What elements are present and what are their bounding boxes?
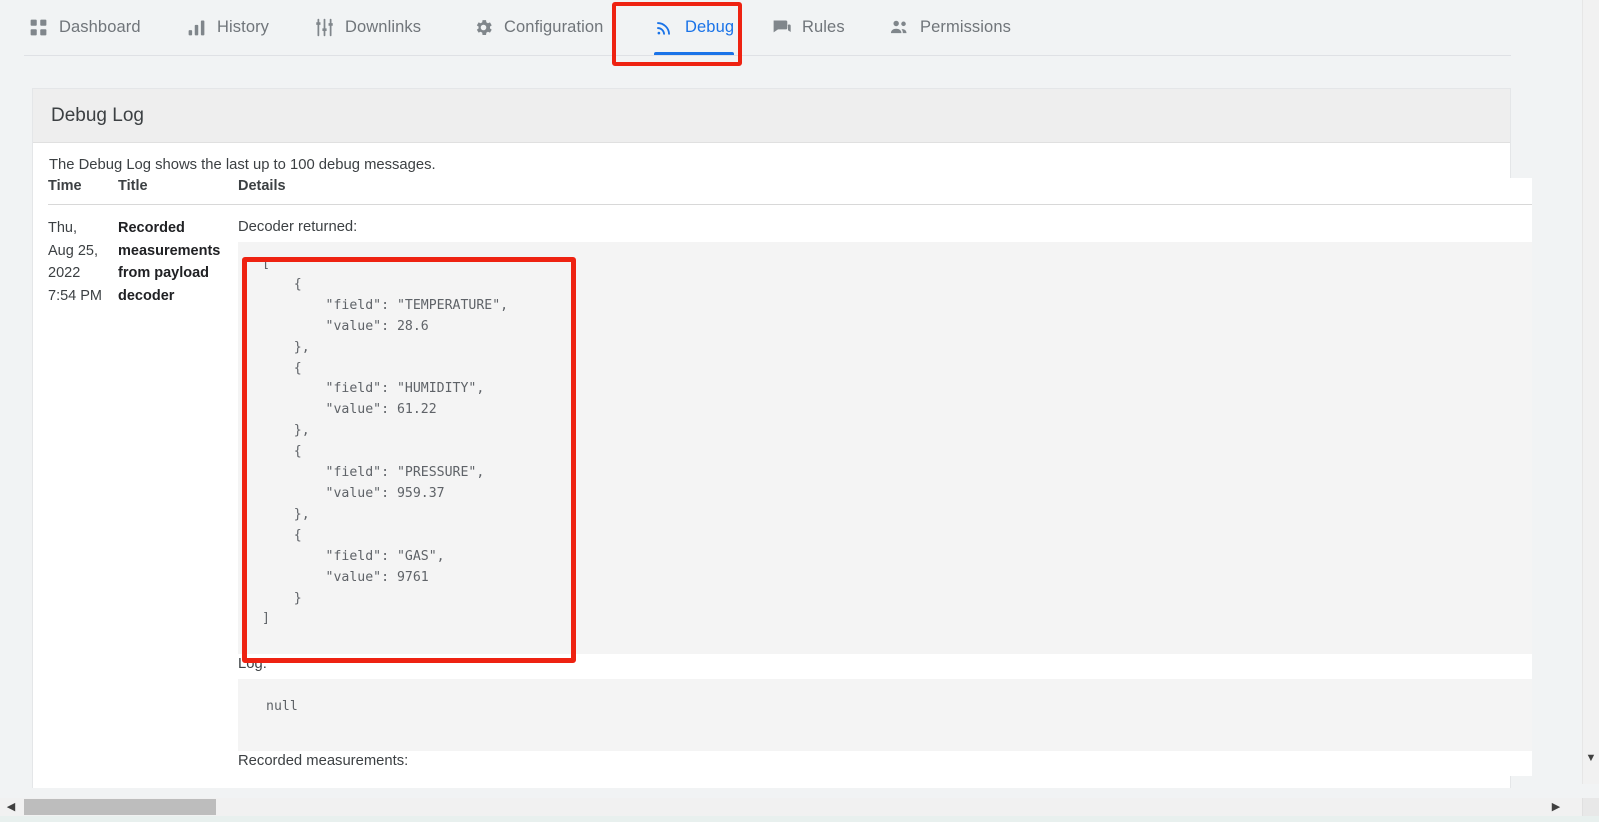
table-header-row: Time Title Details <box>48 178 1532 205</box>
nav-tab-label: Configuration <box>504 18 604 36</box>
card-header: Debug Log <box>33 89 1510 143</box>
page-title: Debug Log <box>51 104 144 126</box>
horizontal-scrollbar[interactable]: ◀ ▶ <box>0 798 1599 816</box>
bar-chart-icon <box>186 17 207 38</box>
nav-tab-label: Downlinks <box>345 18 422 36</box>
nav-tab-downlinks[interactable]: Downlinks <box>300 0 435 55</box>
nav-tab-debug[interactable]: Debug <box>640 0 748 55</box>
nav-tab-dashboard[interactable]: Dashboard <box>14 0 155 55</box>
nav-tab-history[interactable]: History <box>172 0 283 55</box>
chevron-down-glyph: ▼ <box>1585 752 1597 764</box>
grid-icon <box>28 17 49 38</box>
column-header-title: Title <box>118 178 148 194</box>
log-code: null <box>238 679 1532 751</box>
cell-details: Decoder returned: [ { "field": "TEMPERAT… <box>238 217 1532 776</box>
chat-bubble-icon <box>771 17 792 38</box>
cell-timestamp: Thu, Aug 25, 2022 7:54 PM <box>48 220 102 304</box>
column-header-time: Time <box>48 178 82 194</box>
scroll-left-arrow-icon[interactable]: ◀ <box>2 798 20 816</box>
card-body: The Debug Log shows the last up to 100 d… <box>33 143 1510 173</box>
signal-rss-icon <box>654 17 675 38</box>
cell-title: Recorded measurements from payload decod… <box>118 220 221 304</box>
vertical-scrollbar[interactable]: ▼ <box>1582 0 1599 784</box>
nav-tab-label: Rules <box>802 18 845 36</box>
nav-tab-label: Debug <box>685 18 735 36</box>
nav-tab-permissions[interactable]: Permissions <box>875 0 1025 55</box>
chevron-left-glyph: ◀ <box>6 800 16 813</box>
nav-tab-label: History <box>217 18 270 36</box>
nav-tab-configuration[interactable]: Configuration <box>459 0 617 55</box>
horizontal-scrollbar-thumb[interactable] <box>24 799 216 815</box>
decoder-returned-code: [ { "field": "TEMPERATURE", "value": 28.… <box>238 242 1532 654</box>
decoder-returned-label: Decoder returned: <box>238 219 358 235</box>
chevron-right-glyph: ▶ <box>1551 800 1561 813</box>
nav-tab-label: Permissions <box>920 18 1011 36</box>
nav-tab-label: Dashboard <box>59 18 141 36</box>
debug-log-table: Time Title Details Thu, Aug 25, 2022 7:5… <box>48 178 1532 776</box>
bottom-edge-strip <box>0 816 1599 822</box>
log-label: Log: <box>238 656 267 672</box>
nav-divider <box>24 55 1511 56</box>
people-icon <box>889 17 910 38</box>
main-navigation-bar: Dashboard History Downlinks Configuratio… <box>0 0 1599 56</box>
gear-icon <box>473 17 494 38</box>
scroll-right-arrow-icon[interactable]: ▶ <box>1547 798 1565 816</box>
nav-tab-rules[interactable]: Rules <box>757 0 859 55</box>
recorded-measurements-label: Recorded measurements: <box>238 753 409 769</box>
scroll-down-arrow-icon[interactable]: ▼ <box>1583 750 1599 767</box>
intro-description: The Debug Log shows the last up to 100 d… <box>49 157 436 173</box>
column-header-details: Details <box>238 178 286 194</box>
scrollbar-corner <box>1582 798 1599 816</box>
table-row[interactable]: Thu, Aug 25, 2022 7:54 PM Recorded measu… <box>48 205 1532 776</box>
sliders-icon <box>314 17 335 38</box>
